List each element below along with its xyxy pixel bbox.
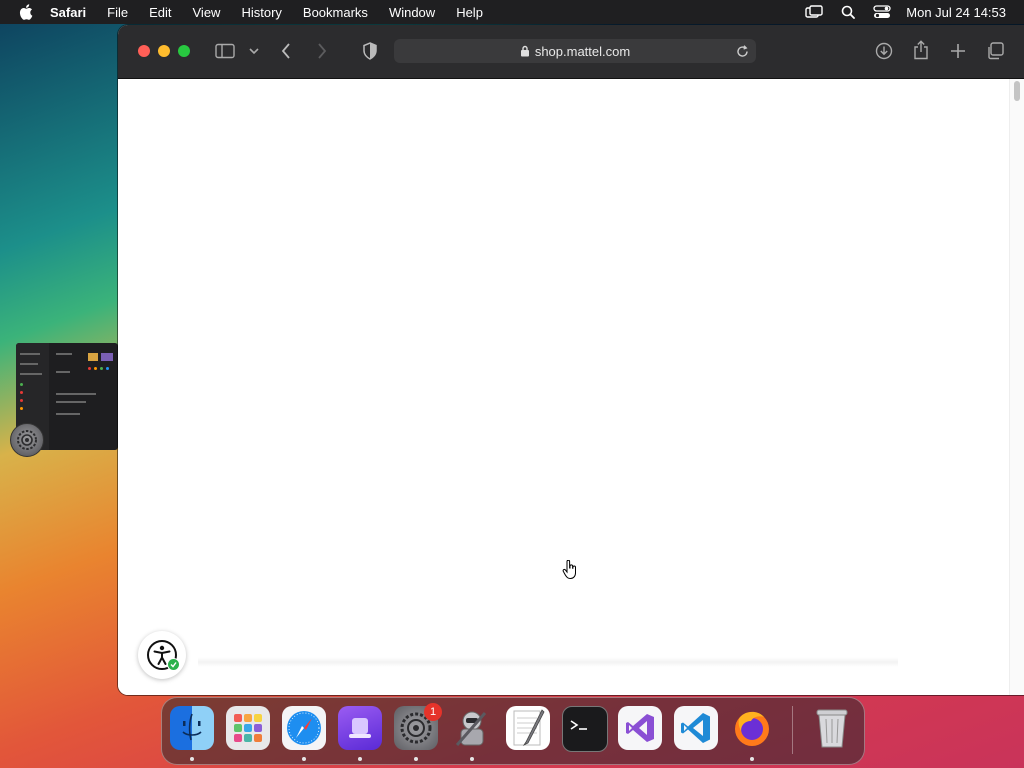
finder-icon bbox=[182, 713, 202, 741]
tab-overview-icon[interactable] bbox=[985, 41, 1005, 61]
dock-app-bezel[interactable] bbox=[338, 706, 382, 750]
chevron-down-icon[interactable] bbox=[248, 45, 260, 57]
menu-bar-clock[interactable]: Mon Jul 24 14:53 bbox=[906, 5, 1006, 20]
control-center-icon[interactable] bbox=[872, 4, 892, 20]
check-icon bbox=[167, 658, 180, 671]
running-indicator bbox=[470, 757, 474, 761]
safari-window: shop.mattel.com bbox=[118, 25, 1024, 695]
menu-history[interactable]: History bbox=[241, 5, 281, 20]
address-bar[interactable]: shop.mattel.com bbox=[394, 39, 756, 63]
thumbnail-line bbox=[20, 353, 40, 355]
thumbnail-dot bbox=[94, 367, 97, 370]
thumbnail-line bbox=[20, 363, 38, 365]
terminal-prompt-icon bbox=[570, 720, 587, 730]
thumbnail-swatch bbox=[101, 353, 113, 361]
accessibility-widget-button[interactable] bbox=[138, 631, 186, 679]
bezel-icon bbox=[349, 718, 371, 738]
menu-app-safari[interactable]: Safari bbox=[50, 5, 86, 20]
forward-icon[interactable] bbox=[314, 41, 330, 61]
vscode-icon bbox=[681, 713, 710, 743]
scrollbar-thumb[interactable] bbox=[1014, 81, 1020, 101]
dock-app-firefox[interactable] bbox=[730, 706, 774, 750]
sidebar-icon[interactable] bbox=[215, 42, 235, 60]
running-indicator bbox=[414, 757, 418, 761]
web-page-content[interactable] bbox=[118, 79, 1024, 695]
dock-app-safari[interactable] bbox=[282, 706, 326, 750]
new-tab-icon[interactable] bbox=[948, 41, 968, 61]
thumbnail-dot bbox=[20, 407, 23, 410]
menu-view[interactable]: View bbox=[193, 5, 221, 20]
menu-bar: Safari File Edit View History Bookmarks … bbox=[0, 0, 1024, 24]
thumbnail-dot bbox=[20, 383, 23, 386]
dock-app-finder[interactable] bbox=[170, 706, 214, 750]
download-icon[interactable] bbox=[874, 41, 894, 61]
running-indicator bbox=[750, 757, 754, 761]
spotlight-search-icon[interactable] bbox=[838, 4, 858, 20]
menu-help[interactable]: Help bbox=[456, 5, 483, 20]
thumbnail-line bbox=[56, 371, 70, 373]
screen-mirroring-icon[interactable] bbox=[804, 4, 824, 20]
lock-icon bbox=[520, 45, 530, 57]
system-settings-gear-icon[interactable] bbox=[10, 423, 44, 457]
trash-icon bbox=[816, 709, 848, 748]
share-icon[interactable] bbox=[911, 39, 931, 61]
dock-app-automator[interactable] bbox=[450, 706, 494, 750]
menu-edit[interactable]: Edit bbox=[149, 5, 171, 20]
apple-menu-icon[interactable] bbox=[18, 4, 34, 20]
back-icon[interactable] bbox=[278, 41, 294, 61]
thumbnail-swatch bbox=[88, 353, 98, 361]
dock-app-trash[interactable] bbox=[810, 706, 854, 750]
thumbnail-dot bbox=[20, 399, 23, 402]
thumbnail-line bbox=[20, 373, 42, 375]
thumbnail-dot bbox=[88, 367, 91, 370]
dock-app-vscode[interactable] bbox=[674, 706, 718, 750]
thumbnail-dot bbox=[100, 367, 103, 370]
automator-robot-icon bbox=[455, 711, 487, 746]
dock: 1 bbox=[161, 697, 865, 765]
privacy-shield-icon[interactable] bbox=[361, 41, 379, 61]
minimize-window-button[interactable] bbox=[158, 45, 170, 57]
dock-app-textedit[interactable] bbox=[506, 706, 550, 750]
textedit-icon bbox=[513, 709, 545, 747]
launchpad-icon bbox=[234, 714, 262, 742]
running-indicator bbox=[358, 757, 362, 761]
scrollbar-track[interactable] bbox=[1009, 79, 1024, 695]
visual-studio-icon bbox=[626, 714, 654, 742]
dock-separator bbox=[792, 706, 793, 754]
notification-badge: 1 bbox=[424, 703, 442, 721]
hand-pointer-cursor-icon bbox=[562, 559, 578, 585]
thumbnail-line bbox=[56, 401, 86, 403]
thumbnail-dot bbox=[106, 367, 109, 370]
menu-window[interactable]: Window bbox=[389, 5, 435, 20]
reload-icon[interactable] bbox=[734, 43, 750, 59]
firefox-icon bbox=[735, 711, 769, 746]
safari-compass-icon bbox=[287, 711, 321, 745]
page-loading-placeholder bbox=[198, 657, 898, 667]
menu-bookmarks[interactable]: Bookmarks bbox=[303, 5, 368, 20]
thumbnail-line bbox=[56, 393, 96, 395]
address-bar-url[interactable]: shop.mattel.com bbox=[535, 44, 630, 59]
dock-app-visual-studio[interactable] bbox=[618, 706, 662, 750]
zoom-window-button[interactable] bbox=[178, 45, 190, 57]
thumbnail-line bbox=[56, 353, 72, 355]
menu-file[interactable]: File bbox=[107, 5, 128, 20]
thumbnail-line bbox=[56, 413, 80, 415]
thumbnail-dot bbox=[20, 391, 23, 394]
safari-toolbar: shop.mattel.com bbox=[118, 25, 1024, 79]
dock-app-launchpad[interactable] bbox=[226, 706, 270, 750]
running-indicator bbox=[190, 757, 194, 761]
close-window-button[interactable] bbox=[138, 45, 150, 57]
running-indicator bbox=[302, 757, 306, 761]
dock-app-terminal[interactable] bbox=[562, 706, 608, 752]
